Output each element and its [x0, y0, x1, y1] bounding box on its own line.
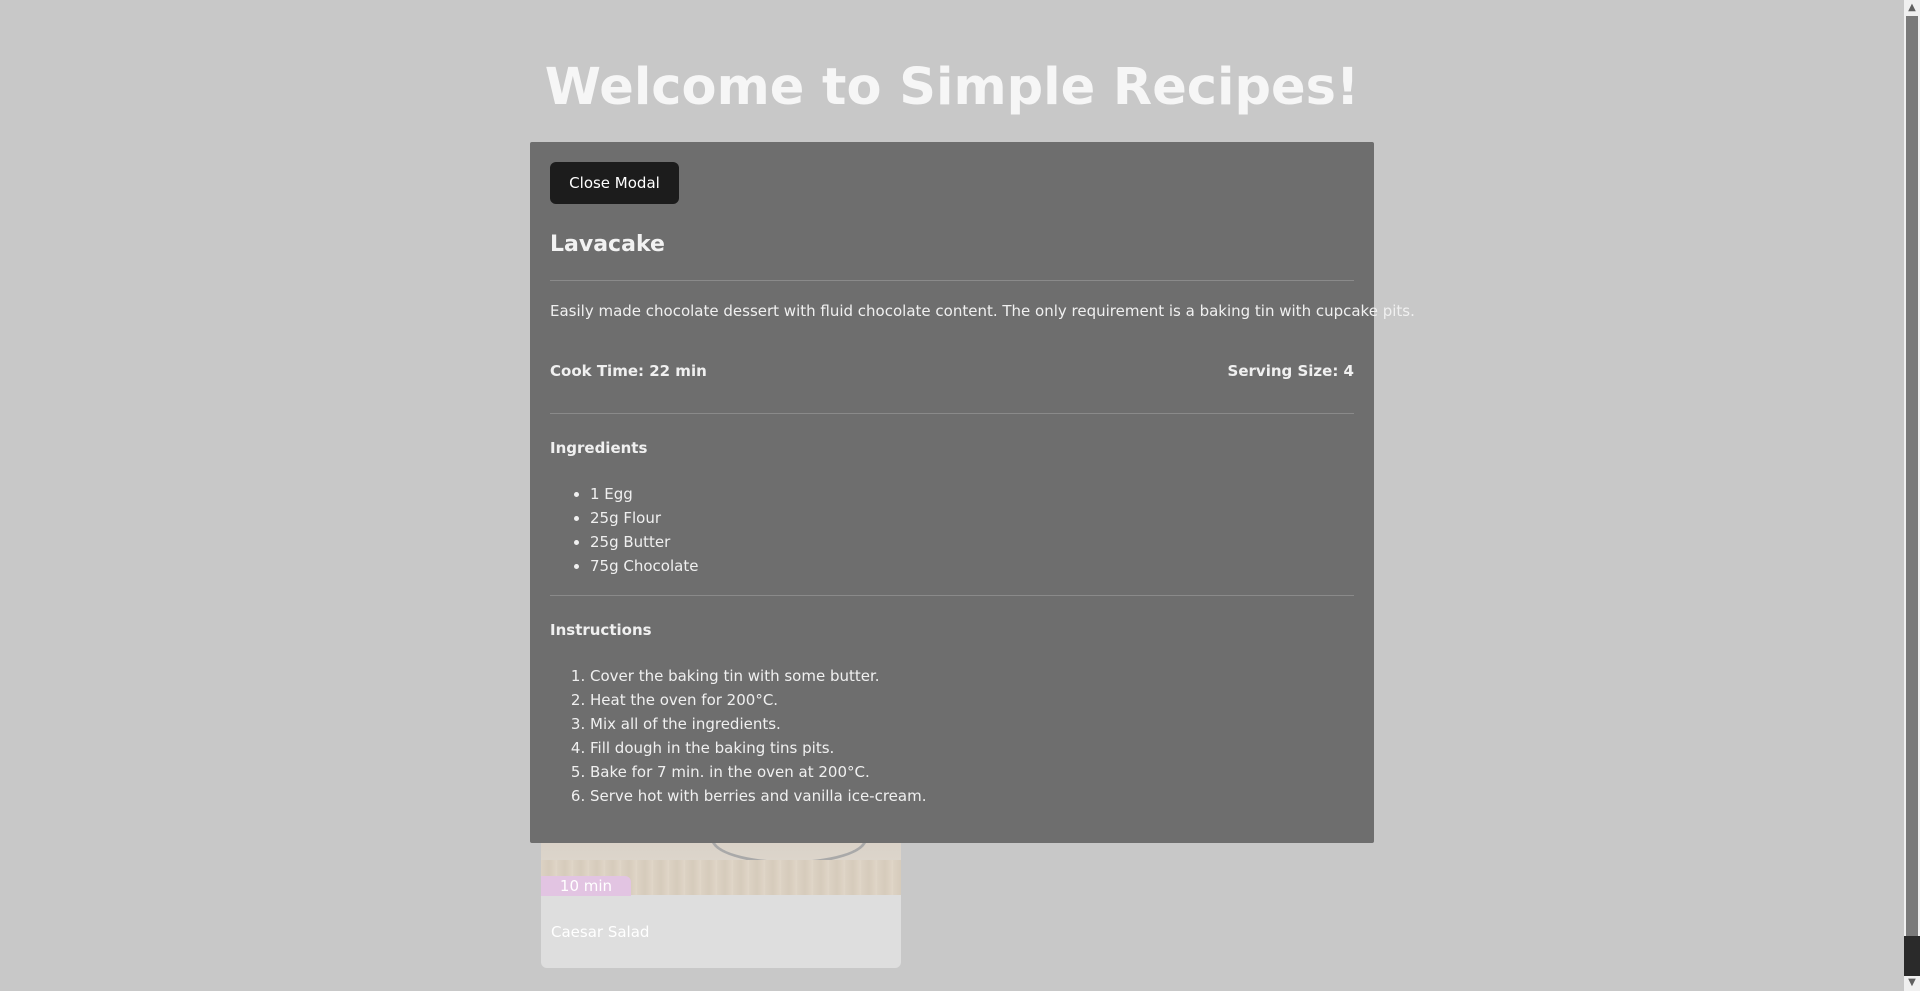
recipe-modal: Close Modal Lavacake Easily made chocola…: [530, 142, 1415, 843]
serving-size: Serving Size: 4: [1227, 362, 1354, 380]
recipe-description: Easily made chocolate dessert with fluid…: [550, 302, 1415, 320]
instruction-step: Fill dough in the baking tins pits.: [590, 736, 926, 760]
time-badge: 10 min: [541, 876, 631, 896]
scrollbar-track[interactable]: [1906, 16, 1918, 936]
recipe-title: Lavacake: [550, 232, 665, 257]
instruction-step: Bake for 7 min. in the oven at 200°C.: [590, 760, 926, 784]
chevron-up-icon[interactable]: ▲: [1904, 0, 1920, 16]
divider: [550, 595, 1354, 596]
ingredient-item: 1 Egg: [590, 482, 698, 506]
recipe-card-name: Caesar Salad: [551, 923, 650, 941]
ingredient-item: 25g Butter: [590, 530, 698, 554]
ingredients-heading: Ingredients: [550, 439, 648, 457]
cook-time: Cook Time: 22 min: [550, 362, 707, 380]
close-modal-button[interactable]: Close Modal: [550, 162, 679, 204]
chevron-down-icon[interactable]: ▼: [1904, 975, 1920, 991]
ingredients-list: 1 Egg 25g Flour 25g Butter 75g Chocolate: [550, 482, 698, 578]
page-backdrop: Welcome to Simple Recipes! 10 min Caesar…: [0, 0, 1904, 991]
instruction-step: Heat the oven for 200°C.: [590, 688, 926, 712]
instruction-step: Cover the baking tin with some butter.: [590, 664, 926, 688]
instruction-step: Mix all of the ingredients.: [590, 712, 926, 736]
divider: [550, 413, 1354, 414]
divider: [550, 280, 1354, 281]
page-title: Welcome to Simple Recipes!: [544, 58, 1360, 117]
instructions-list: Cover the baking tin with some butter. H…: [550, 664, 926, 808]
ingredient-item: 75g Chocolate: [590, 554, 698, 578]
scrollbar-thumb[interactable]: [1904, 936, 1920, 976]
vertical-scrollbar[interactable]: ▲ ▼: [1904, 0, 1920, 991]
instruction-step: Serve hot with berries and vanilla ice-c…: [590, 784, 926, 808]
instructions-heading: Instructions: [550, 621, 652, 639]
ingredient-item: 25g Flour: [590, 506, 698, 530]
